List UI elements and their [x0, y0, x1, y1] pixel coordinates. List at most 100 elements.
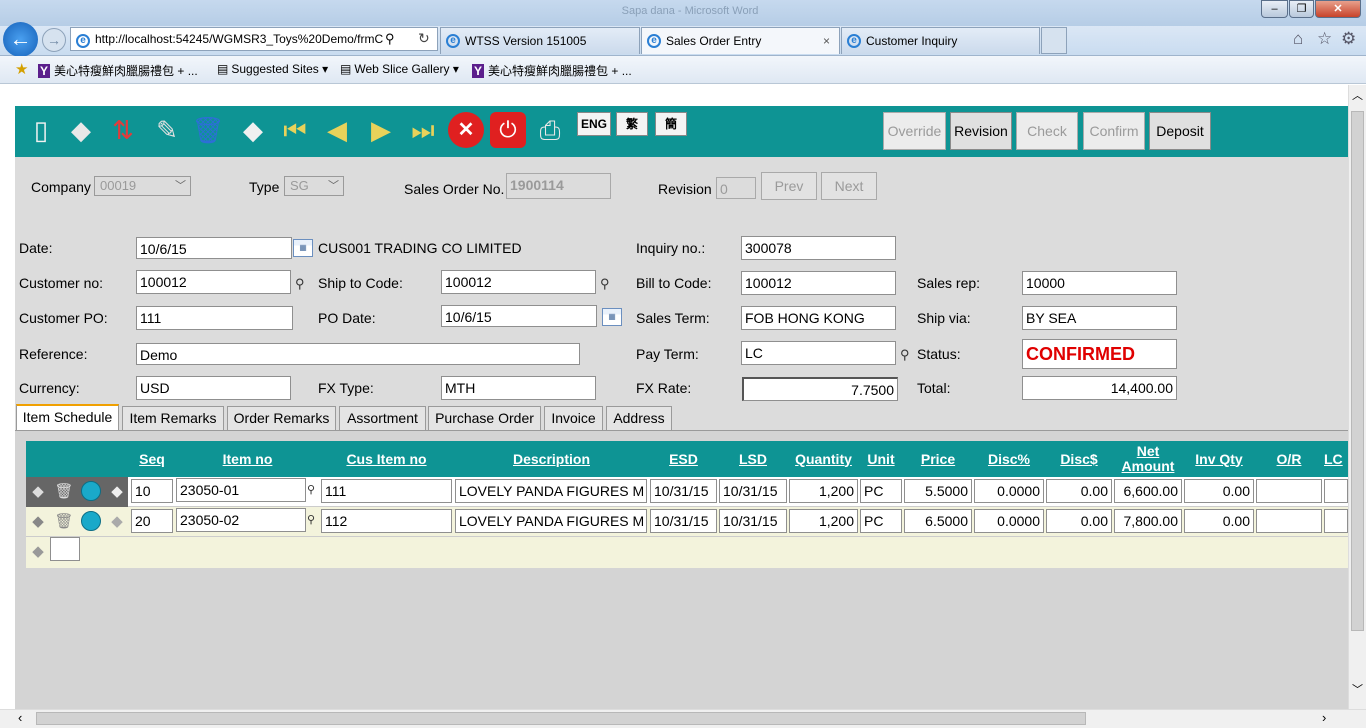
ship-to-field[interactable]: 100012	[441, 270, 596, 294]
cell-inv-qty[interactable]: 0.00	[1184, 479, 1254, 503]
copy-row-icon[interactable]: ◆	[28, 481, 48, 501]
forward-button[interactable]: →	[42, 28, 66, 52]
power-exit-icon[interactable]: ⏻	[490, 112, 526, 148]
previous-record-icon[interactable]: ◀	[320, 113, 354, 147]
cell-cus-item-no[interactable]: 112	[321, 509, 452, 533]
cell-lsd[interactable]: 10/31/15	[719, 479, 787, 503]
cell-item-no[interactable]: 23050-02	[176, 508, 306, 532]
lang-eng-button[interactable]: ENG	[577, 112, 611, 136]
next-record-icon[interactable]: ▶	[364, 113, 398, 147]
recycle-bin-icon[interactable]: 🗑	[191, 113, 225, 147]
add-row-icon[interactable]: ◆	[28, 541, 48, 561]
col-disc-amt[interactable]: Disc$	[1046, 441, 1112, 477]
col-quantity[interactable]: Quantity	[789, 441, 858, 477]
cell-quantity[interactable]: 1,200	[789, 479, 858, 503]
favorite-item-2[interactable]: ▤ Suggested Sites ▾	[217, 62, 328, 76]
tab-item-remarks[interactable]: Item Remarks	[122, 406, 224, 431]
cell-cus-item-no[interactable]: 111	[321, 479, 452, 503]
pay-term-field[interactable]: LC	[741, 341, 896, 365]
reference-field[interactable]: Demo	[136, 343, 580, 365]
cell-lc[interactable]	[1324, 509, 1348, 533]
new-tab-button[interactable]	[1041, 27, 1067, 54]
tab-item-schedule[interactable]: Item Schedule	[16, 404, 119, 431]
col-price[interactable]: Price	[904, 441, 972, 477]
lookup-pin-icon[interactable]: ⚲	[307, 513, 315, 526]
cell-esd[interactable]: 10/31/15	[650, 479, 717, 503]
favorite-item-3[interactable]: ▤ Web Slice Gallery ▾	[340, 62, 459, 76]
fx-type-field[interactable]: MTH	[441, 376, 596, 400]
new-seq-input[interactable]	[50, 537, 80, 561]
favorite-item-4[interactable]: Y 美心特瘦鮮肉臘腸禮包 + ...	[472, 62, 632, 79]
tab-assortment[interactable]: Assortment	[339, 406, 426, 431]
cell-seq[interactable]: 20	[131, 509, 173, 533]
cell-or[interactable]	[1256, 509, 1322, 533]
col-net-amount[interactable]: Net Amount	[1114, 441, 1182, 477]
cell-net-amount[interactable]: 6,600.00	[1114, 479, 1182, 503]
fx-rate-field[interactable]: 7.7500	[742, 377, 898, 401]
browser-tab-wtss[interactable]: e WTSS Version 151005	[440, 27, 640, 54]
lookup-pin-icon[interactable]: ⚲	[307, 483, 315, 496]
new-document-icon[interactable]: ▯	[24, 113, 58, 147]
prev-button[interactable]: Prev	[761, 172, 817, 200]
col-lc[interactable]: LC	[1324, 441, 1348, 477]
vertical-scrollbar[interactable]: ︿ ﹀	[1348, 85, 1366, 709]
lang-simplified-button[interactable]: 簡	[655, 112, 687, 136]
search-icon[interactable]: ⚲	[385, 31, 395, 47]
sales-term-field[interactable]: FOB HONG KONG	[741, 306, 896, 330]
tab-order-remarks[interactable]: Order Remarks	[227, 406, 336, 431]
inquiry-field[interactable]: 300078	[741, 236, 896, 260]
copy-row-icon[interactable]: ◆	[28, 511, 48, 531]
scroll-thumb[interactable]	[1351, 111, 1364, 631]
cell-unit[interactable]: PC	[860, 509, 902, 533]
cell-disc-pct[interactable]: 0.0000	[974, 509, 1044, 533]
clear-row-icon[interactable]: ◆	[107, 511, 127, 531]
favorites-star-icon[interactable]: ☆	[1317, 29, 1332, 49]
col-item-no[interactable]: Item no	[176, 441, 319, 477]
settings-gear-icon[interactable]: ⚙	[1341, 29, 1356, 49]
cell-lc[interactable]	[1324, 479, 1348, 503]
lang-traditional-button[interactable]: 繁	[616, 112, 648, 136]
override-button[interactable]: Override	[883, 112, 946, 150]
company-select[interactable]: 00019 ﹀	[94, 176, 191, 196]
scroll-down-icon[interactable]: ﹀	[1352, 681, 1363, 697]
lookup-pin-icon[interactable]: ⚲	[600, 276, 610, 292]
col-seq[interactable]: Seq	[130, 441, 174, 477]
col-or[interactable]: O/R	[1256, 441, 1322, 477]
tab-purchase-order[interactable]: Purchase Order	[428, 406, 541, 431]
first-record-icon[interactable]: ⏮	[278, 113, 312, 147]
cell-disc-amt[interactable]: 0.00	[1046, 509, 1112, 533]
cell-or[interactable]	[1256, 479, 1322, 503]
customer-po-field[interactable]: 111	[136, 306, 293, 330]
horizontal-scrollbar[interactable]: ‹ ›	[0, 709, 1366, 728]
cell-description[interactable]: LOVELY PANDA FIGURES M	[455, 509, 647, 533]
cell-unit[interactable]: PC	[860, 479, 902, 503]
cell-disc-amt[interactable]: 0.00	[1046, 479, 1112, 503]
cell-lsd[interactable]: 10/31/15	[719, 509, 787, 533]
cell-description[interactable]: LOVELY PANDA FIGURES M	[455, 479, 647, 503]
copy-icon[interactable]: ◆	[64, 113, 98, 147]
minimize-button[interactable]: –	[1261, 0, 1288, 18]
address-bar[interactable]: e http://localhost:54245/WGMSR3_Toys%20De…	[70, 27, 438, 51]
last-record-icon[interactable]: ⏭	[406, 113, 440, 147]
scroll-right-icon[interactable]: ›	[1322, 710, 1326, 725]
clear-eraser-icon[interactable]: ◆	[236, 113, 270, 147]
col-description[interactable]: Description	[455, 441, 648, 477]
cell-price[interactable]: 5.5000	[904, 479, 972, 503]
edit-pencil-icon[interactable]: ✎	[150, 113, 184, 147]
delete-row-icon[interactable]: 🗑	[54, 481, 74, 501]
sales-rep-field[interactable]: 10000	[1022, 271, 1177, 295]
back-button[interactable]: ←	[3, 22, 38, 57]
home-icon[interactable]: ⌂	[1293, 29, 1303, 49]
col-inv-qty[interactable]: Inv Qty	[1184, 441, 1254, 477]
close-window-button[interactable]: ✕	[1315, 0, 1361, 18]
clear-row-icon[interactable]: ◆	[107, 481, 127, 501]
close-tab-icon[interactable]: ×	[823, 28, 830, 54]
cell-net-amount[interactable]: 7,800.00	[1114, 509, 1182, 533]
bill-to-field[interactable]: 100012	[741, 271, 896, 295]
cell-disc-pct[interactable]: 0.0000	[974, 479, 1044, 503]
col-disc-pct[interactable]: Disc%	[974, 441, 1044, 477]
cell-seq[interactable]: 10	[131, 479, 173, 503]
cell-esd[interactable]: 10/31/15	[650, 509, 717, 533]
maximize-button[interactable]: ❐	[1289, 0, 1314, 18]
cell-price[interactable]: 6.5000	[904, 509, 972, 533]
